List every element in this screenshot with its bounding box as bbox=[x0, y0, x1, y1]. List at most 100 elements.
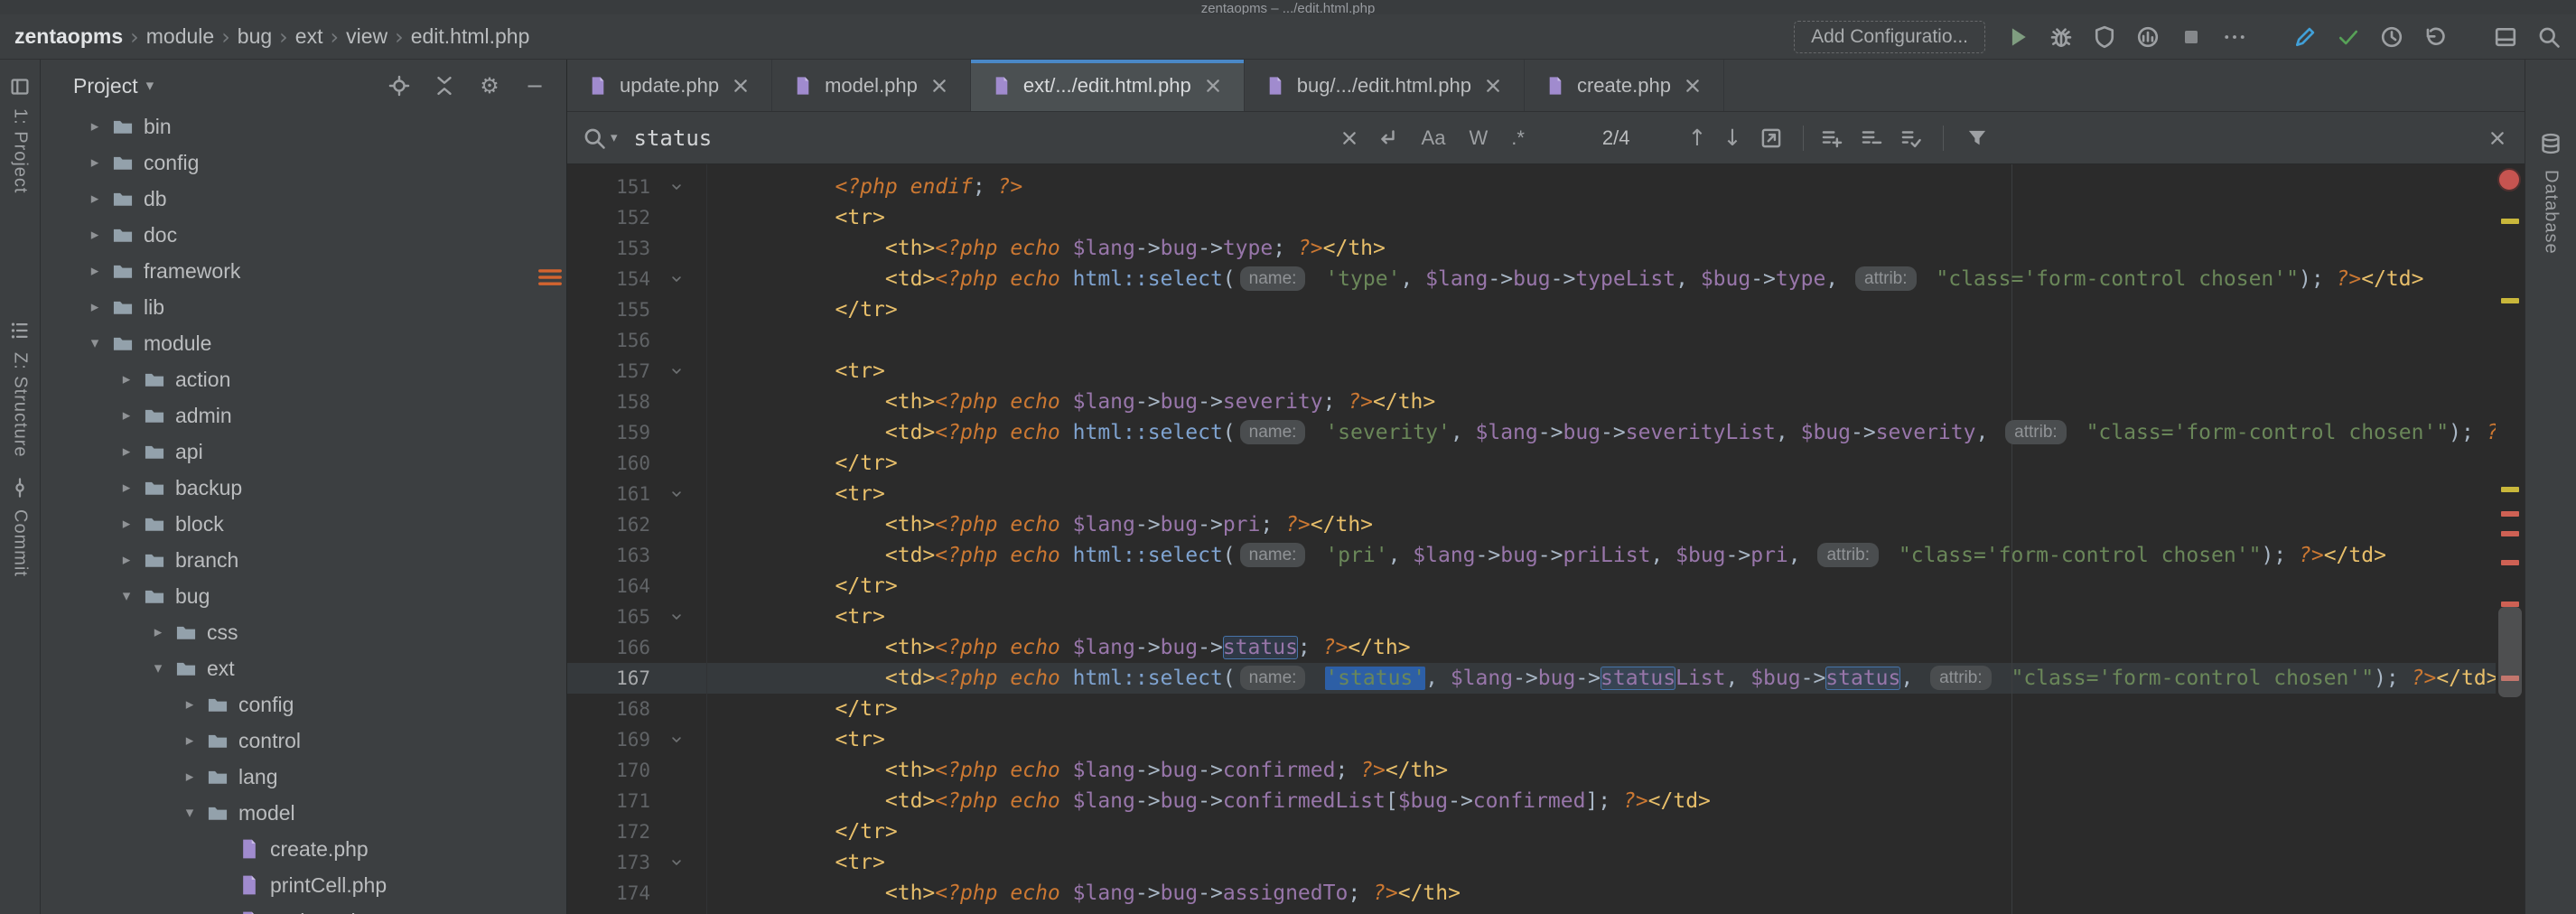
tree-item-bin[interactable]: ▸ bin bbox=[41, 108, 566, 145]
tree-item-lib[interactable]: ▸ lib bbox=[41, 289, 566, 325]
tree-item-doc[interactable]: ▸ doc bbox=[41, 217, 566, 253]
expand-arrow-icon[interactable]: ▸ bbox=[79, 262, 111, 280]
tree-item-css[interactable]: ▸ css bbox=[41, 614, 566, 650]
vcs-update-icon[interactable] bbox=[2292, 24, 2318, 50]
close-tab-icon[interactable] bbox=[1682, 75, 1703, 97]
fold-marker-icon[interactable] bbox=[668, 486, 685, 502]
debug-icon[interactable] bbox=[2049, 24, 2074, 50]
tree-item-db[interactable]: ▸ db bbox=[41, 181, 566, 217]
expand-arrow-icon[interactable]: ▸ bbox=[79, 190, 111, 208]
coverage-icon[interactable] bbox=[2092, 24, 2117, 50]
rollback-icon[interactable] bbox=[2422, 24, 2448, 50]
next-match-button[interactable]: ↓ bbox=[1722, 126, 1741, 149]
expand-arrow-icon[interactable]: ▸ bbox=[110, 551, 143, 569]
editor[interactable]: 151 152 153 154 155 156 157 158 159 160 161 162 163 1… bbox=[567, 164, 2525, 914]
close-tab-icon[interactable] bbox=[929, 75, 950, 97]
fold-marker-icon[interactable] bbox=[668, 732, 685, 748]
collapse-arrow-icon[interactable]: ▾ bbox=[110, 587, 143, 605]
code-line[interactable]: <th><?php echo $lang->bug->status; ?></t… bbox=[710, 632, 1411, 663]
editor-gutter[interactable]: 151 152 153 154 155 156 157 158 159 160 161 162 163 1… bbox=[567, 164, 707, 914]
code-line[interactable]: <th><?php echo $lang->bug->severity; ?><… bbox=[710, 387, 1435, 417]
newline-icon[interactable] bbox=[1375, 126, 1398, 150]
tree-item-config[interactable]: ▸ config bbox=[41, 686, 566, 723]
code-area[interactable]: <?php endif; ?> <tr> <th><?php echo $lan… bbox=[710, 164, 2496, 914]
tree-item-action[interactable]: ▸ action bbox=[41, 361, 566, 397]
tree-item-update.php[interactable]: update.php bbox=[41, 903, 566, 914]
expand-arrow-icon[interactable]: ▸ bbox=[173, 732, 206, 750]
expand-arrow-icon[interactable]: ▸ bbox=[79, 226, 111, 244]
expand-arrow-icon[interactable]: ▸ bbox=[79, 154, 111, 172]
expand-arrow-icon[interactable]: ▸ bbox=[173, 768, 206, 786]
breadcrumb-item[interactable]: module bbox=[146, 24, 214, 49]
tab-model.php[interactable]: model.php bbox=[772, 60, 971, 111]
code-line[interactable]: <tr> bbox=[710, 356, 884, 387]
code-line[interactable]: </tr> bbox=[710, 294, 897, 325]
tree-item-framework[interactable]: ▸ framework bbox=[41, 253, 566, 289]
close-find-bar-icon[interactable] bbox=[2487, 127, 2508, 149]
breadcrumb-item[interactable]: view bbox=[346, 24, 387, 49]
code-line[interactable]: <td><?php echo html::select(name: 'pri',… bbox=[710, 540, 2386, 571]
expand-arrow-icon[interactable]: ▸ bbox=[110, 479, 143, 497]
filter-search-button[interactable] bbox=[1965, 126, 1989, 150]
settings-icon[interactable]: ⚙ bbox=[478, 74, 501, 98]
breadcrumb-item[interactable]: bug bbox=[238, 24, 272, 49]
collapse-all-icon[interactable] bbox=[433, 74, 456, 98]
tree-item-control[interactable]: ▸ control bbox=[41, 723, 566, 759]
exclude-occurrence-button[interactable] bbox=[1860, 126, 1883, 150]
code-line[interactable]: </tr> bbox=[710, 694, 897, 724]
tree-item-printCell.php[interactable]: printCell.php bbox=[41, 867, 566, 903]
code-line[interactable]: <th><?php echo $lang->bug->confirmed; ?>… bbox=[710, 755, 1448, 786]
fold-marker-icon[interactable] bbox=[668, 363, 685, 379]
breadcrumb-item[interactable]: ext bbox=[295, 24, 323, 49]
code-line[interactable]: <tr> bbox=[710, 724, 884, 755]
code-line[interactable]: <td><?php echo html::select(name: 'statu… bbox=[710, 663, 2496, 694]
expand-arrow-icon[interactable]: ▸ bbox=[110, 443, 143, 461]
code-line[interactable]: </tr> bbox=[710, 448, 897, 479]
tool-window-project[interactable]: 1: Project bbox=[0, 76, 40, 193]
tree-item-ext[interactable]: ▾ ext bbox=[41, 650, 566, 686]
tool-window-structure[interactable]: Z: Structure bbox=[0, 320, 40, 457]
hide-panel-icon[interactable]: − bbox=[523, 74, 546, 98]
tree-item-create.php[interactable]: create.php bbox=[41, 831, 566, 867]
tree-item-lang[interactable]: ▸ lang bbox=[41, 759, 566, 795]
expand-arrow-icon[interactable]: ▸ bbox=[142, 623, 174, 641]
close-tab-icon[interactable] bbox=[730, 75, 751, 97]
close-tab-icon[interactable] bbox=[1202, 75, 1224, 97]
expand-arrow-icon[interactable]: ▸ bbox=[79, 117, 111, 135]
expand-arrow-icon[interactable]: ▸ bbox=[110, 406, 143, 424]
close-tab-icon[interactable] bbox=[1482, 75, 1504, 97]
tree-item-admin[interactable]: ▸ admin bbox=[41, 397, 566, 434]
tool-window-database-label[interactable]: Database bbox=[2541, 170, 2562, 255]
previous-match-button[interactable]: ↑ bbox=[1688, 126, 1707, 149]
tree-item-branch[interactable]: ▸ branch bbox=[41, 542, 566, 578]
add-occurrence-button[interactable] bbox=[1820, 126, 1843, 150]
add-configuration-button[interactable]: Add Configuratio... bbox=[1794, 20, 1985, 53]
clear-search-icon[interactable] bbox=[1339, 127, 1360, 149]
breadcrumb-item[interactable]: edit.html.php bbox=[411, 24, 530, 49]
layout-icon[interactable] bbox=[2493, 24, 2518, 50]
select-all-occurrences-button[interactable] bbox=[1899, 126, 1923, 150]
code-line[interactable]: <?php endif; ?> bbox=[710, 172, 1022, 202]
project-panel-title[interactable]: Project bbox=[73, 74, 138, 98]
code-line[interactable]: <td><?php echo html::select(name: 'sever… bbox=[710, 417, 2496, 448]
stop-icon[interactable] bbox=[2179, 24, 2204, 50]
code-line[interactable]: <tr> bbox=[710, 847, 884, 878]
code-line[interactable]: <tr> bbox=[710, 479, 884, 509]
tool-window-commit[interactable]: Commit bbox=[0, 477, 40, 577]
fold-marker-icon[interactable] bbox=[668, 854, 685, 871]
run-icon[interactable] bbox=[2005, 24, 2030, 50]
tree-item-model[interactable]: ▾ model bbox=[41, 795, 566, 831]
collapse-arrow-icon[interactable]: ▾ bbox=[142, 659, 174, 677]
code-line[interactable]: <th><?php echo $lang->bug->pri; ?></th> bbox=[710, 509, 1373, 540]
vcs-commit-icon[interactable] bbox=[2336, 24, 2361, 50]
database-icon[interactable] bbox=[2539, 132, 2562, 155]
expand-arrow-icon[interactable]: ▸ bbox=[173, 695, 206, 713]
tree-item-config[interactable]: ▸ config bbox=[41, 145, 566, 181]
whole-words-toggle[interactable]: W bbox=[1469, 126, 1488, 150]
expand-arrow-icon[interactable]: ▸ bbox=[79, 298, 111, 316]
inspections-error-badge[interactable] bbox=[2497, 168, 2521, 191]
code-line[interactable]: <tr> bbox=[710, 202, 884, 233]
code-line[interactable]: <th><?php echo $lang->bug->type; ?></th> bbox=[710, 233, 1386, 264]
search-history-chevron-icon[interactable]: ▾ bbox=[611, 131, 618, 145]
tab-create.php[interactable]: create.php bbox=[1525, 60, 1724, 111]
